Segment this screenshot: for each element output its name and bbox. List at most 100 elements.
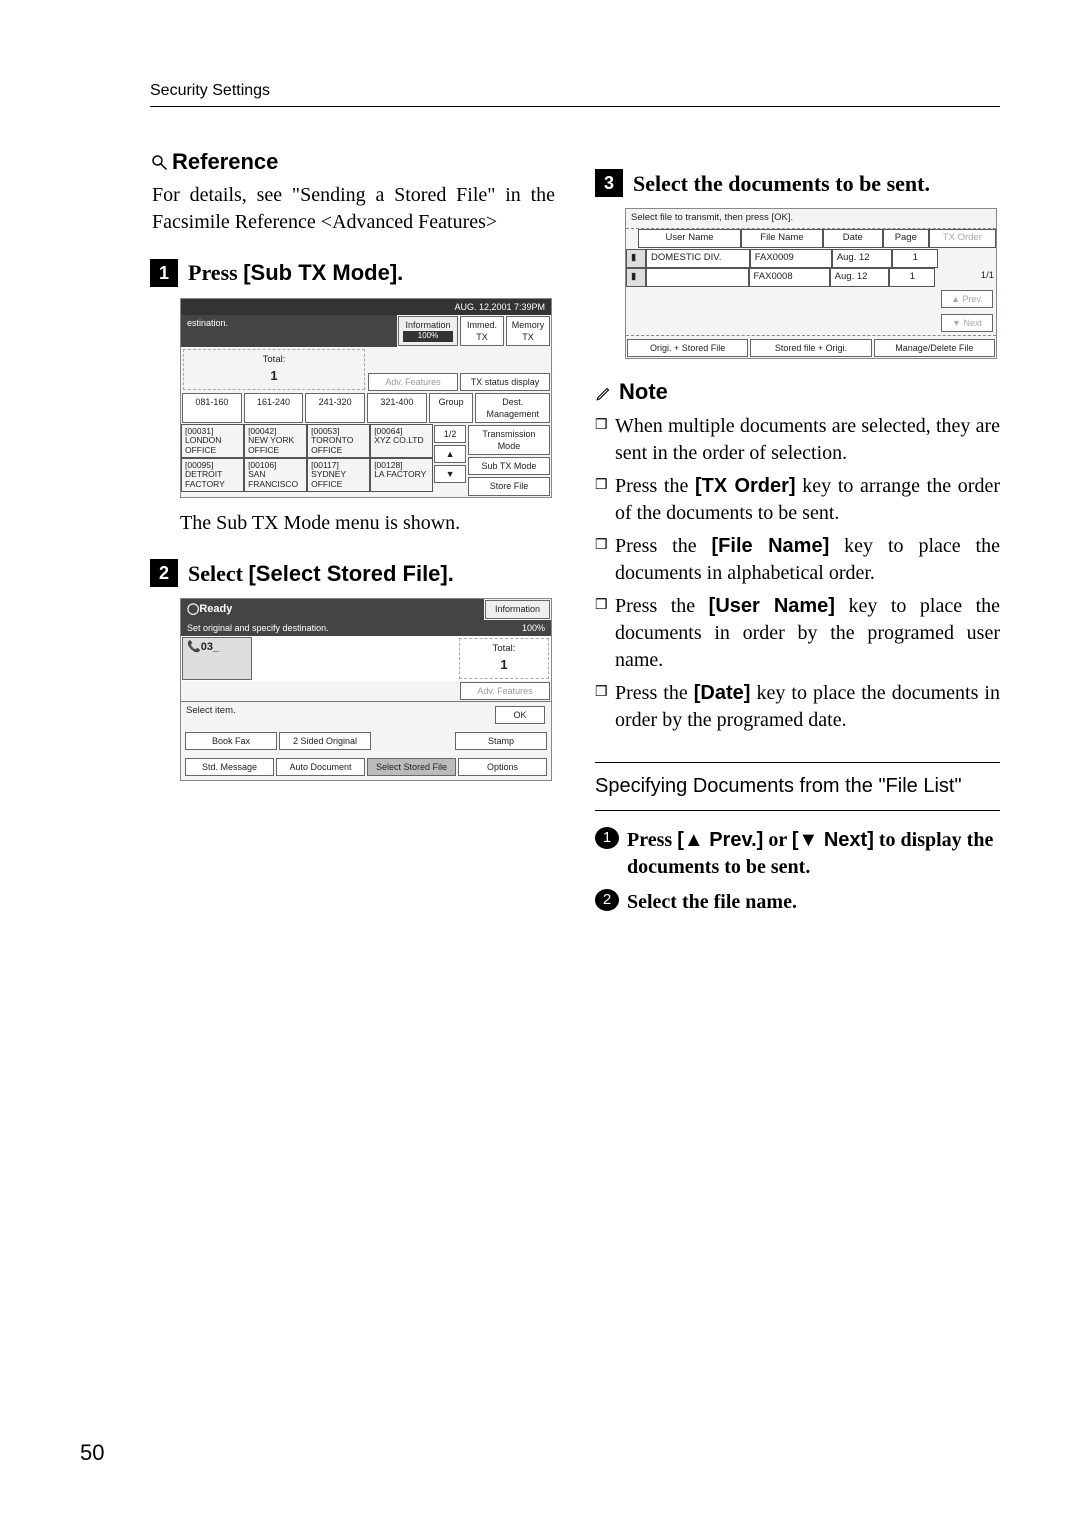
- ss1-dest-00117[interactable]: [00117]SYDNEY OFFICE: [307, 458, 370, 492]
- ss3-prev[interactable]: ▲ Prev.: [941, 290, 993, 308]
- note-list: ❒When multiple documents are selected, t…: [595, 413, 1000, 734]
- ss1-dest-00064[interactable]: [00064]XYZ CO.LTD: [370, 424, 433, 458]
- ss1-sub-tx-mode[interactable]: Sub TX Mode: [468, 457, 550, 475]
- step2-prefix: Select: [188, 561, 248, 586]
- ss1-transmission-mode[interactable]: Transmission Mode: [468, 425, 550, 455]
- ss3-row1-user[interactable]: DOMESTIC DIV.: [646, 249, 750, 268]
- ss1-memory-tx[interactable]: Memory TX: [506, 316, 550, 346]
- ss2-ok[interactable]: OK: [495, 706, 545, 724]
- step-1: 1 Press [Sub TX Mode].: [150, 258, 555, 288]
- ss3-row2-file: FAX0008: [749, 268, 830, 287]
- ss3-row1-check[interactable]: ▮: [626, 249, 646, 268]
- circle-1-icon: 1: [595, 827, 619, 849]
- ss2-select-stored-file[interactable]: Select Stored File: [367, 758, 456, 776]
- step1-result: The Sub TX Mode menu is shown.: [180, 510, 555, 537]
- ss1-range-3[interactable]: 241-320: [305, 393, 365, 423]
- ss1-tx-status[interactable]: TX status display: [460, 373, 550, 391]
- substep-2: 2 Select the file name.: [595, 889, 1000, 916]
- ss2-dial-input[interactable]: 📞03_: [182, 637, 252, 679]
- ss3-col-user[interactable]: User Name: [638, 229, 741, 248]
- ss2-stamp[interactable]: Stamp: [455, 732, 547, 750]
- note-item-2: ❒Press the [TX Order] key to arrange the…: [595, 473, 1000, 527]
- ss1-range-1[interactable]: 081-160: [182, 393, 242, 423]
- ss1-information[interactable]: Information100%: [398, 316, 458, 346]
- ss3-next[interactable]: ▼ Next: [941, 314, 993, 332]
- step-number-3: 3: [595, 169, 623, 197]
- ss3-col-txorder[interactable]: TX Order: [929, 229, 996, 248]
- ss1-dest-management[interactable]: Dest. Management: [475, 393, 550, 423]
- reference-heading: Reference: [150, 147, 555, 177]
- ss1-dest-00031[interactable]: [00031]LONDON OFFICE: [181, 424, 244, 458]
- screenshot-sub-tx-mode: AUG. 12,2001 7:39PM estination. Informat…: [180, 298, 552, 498]
- ss1-pager: 1/2: [434, 425, 466, 443]
- step-number-2: 2: [150, 559, 178, 587]
- ss1-immed-tx[interactable]: Immed. TX: [460, 316, 504, 346]
- step1-prefix: Press: [188, 260, 243, 285]
- ss2-ready-bar: ◯Ready: [181, 599, 484, 620]
- ss1-total: Total: 1: [183, 349, 365, 389]
- ss1-dest-00095[interactable]: [00095]DETROIT FACTORY: [181, 458, 244, 492]
- screenshot-file-list: Select file to transmit, then press [OK]…: [625, 208, 997, 359]
- page-number: 50: [80, 1438, 104, 1468]
- ss3-row2-check[interactable]: ▮: [626, 268, 646, 287]
- ss3-row2-date: Aug. 12: [830, 268, 890, 287]
- note-item-3: ❒Press the [File Name] key to place the …: [595, 533, 1000, 587]
- ss3-row1-file: FAX0009: [750, 249, 832, 268]
- note-item-4: ❒Press the [User Name] key to place the …: [595, 593, 1000, 674]
- ss1-range-4[interactable]: 321-400: [367, 393, 427, 423]
- ss1-group[interactable]: Group: [429, 393, 474, 423]
- ss3-row2-user[interactable]: [646, 268, 749, 287]
- ss2-information[interactable]: Information: [485, 600, 550, 619]
- ss2-select-item: Select item.: [186, 705, 236, 725]
- circle-2-icon: 2: [595, 889, 619, 911]
- pencil-icon: [595, 384, 613, 402]
- ss3-row1-date: Aug. 12: [832, 249, 892, 268]
- ss3-pager: 1/1: [935, 268, 996, 287]
- ss2-total: Total: 1: [459, 638, 549, 678]
- step-2: 2 Select [Select Stored File].: [150, 559, 555, 589]
- note-item-5: ❒Press the [Date] key to place the docum…: [595, 680, 1000, 734]
- ss3-stored-plus-origi[interactable]: Stored file + Origi.: [750, 339, 871, 357]
- ss2-auto-document[interactable]: Auto Document: [276, 758, 365, 776]
- ss1-dest-00128[interactable]: [00128]LA FACTORY: [370, 458, 433, 492]
- ss1-destination-bar: estination.: [181, 315, 397, 347]
- ss1-dest-00106[interactable]: [00106]SAN FRANCISCO: [244, 458, 307, 492]
- ss3-col-page[interactable]: Page: [883, 229, 929, 248]
- ss1-page-up[interactable]: ▲: [434, 445, 466, 463]
- step3-text: Select the documents to be sent.: [633, 169, 930, 199]
- ss2-2sided-original[interactable]: 2 Sided Original: [279, 732, 371, 750]
- ss1-adv-features[interactable]: Adv. Features: [368, 373, 458, 391]
- ss1-dest-00053[interactable]: [00053]TORONTO OFFICE: [307, 424, 370, 458]
- reference-label: Reference: [172, 149, 278, 174]
- note-heading: Note: [595, 377, 1000, 407]
- ss3-row1-page: 1: [892, 249, 938, 268]
- step2-button-label: [Select Stored File].: [248, 561, 453, 586]
- ss1-clock: AUG. 12,2001 7:39PM: [454, 301, 545, 313]
- reference-body: For details, see "Sending a Stored File"…: [152, 182, 555, 236]
- step1-button-label: [Sub TX Mode].: [243, 260, 403, 285]
- screenshot-select-stored-file: ◯Ready Information Set original and spec…: [180, 598, 552, 781]
- ss3-manage-delete-file[interactable]: Manage/Delete File: [874, 339, 995, 357]
- page-header: Security Settings: [150, 80, 1000, 107]
- ss3-col-date[interactable]: Date: [823, 229, 883, 248]
- ss3-row2-page: 1: [889, 268, 935, 287]
- ss2-std-message[interactable]: Std. Message: [185, 758, 274, 776]
- ss2-instruction: Set original and specify destination.100…: [181, 620, 551, 636]
- ss3-instruction: Select file to transmit, then press [OK]…: [626, 209, 996, 229]
- ss2-book-fax[interactable]: Book Fax: [185, 732, 277, 750]
- ss2-adv-features[interactable]: Adv. Features: [460, 682, 550, 700]
- note-label: Note: [619, 379, 668, 404]
- ss3-col-file[interactable]: File Name: [741, 229, 823, 248]
- ss1-store-file[interactable]: Store File: [468, 477, 550, 495]
- ss3-origi-plus-stored[interactable]: Origi. + Stored File: [627, 339, 748, 357]
- note-item-1: ❒When multiple documents are selected, t…: [595, 413, 1000, 467]
- ss1-range-2[interactable]: 161-240: [244, 393, 304, 423]
- subheading-file-list: Specifying Documents from the "File List…: [595, 762, 1000, 811]
- magnifier-icon: [150, 153, 168, 171]
- ss1-page-down[interactable]: ▼: [434, 465, 466, 483]
- step-number-1: 1: [150, 259, 178, 287]
- substep-1: 1 Press [▲ Prev.] or [▼ Next] to display…: [595, 827, 1000, 881]
- right-column: 3 Select the documents to be sent. Selec…: [595, 147, 1000, 924]
- ss1-dest-00042[interactable]: [00042]NEW YORK OFFICE: [244, 424, 307, 458]
- ss2-options[interactable]: Options: [458, 758, 547, 776]
